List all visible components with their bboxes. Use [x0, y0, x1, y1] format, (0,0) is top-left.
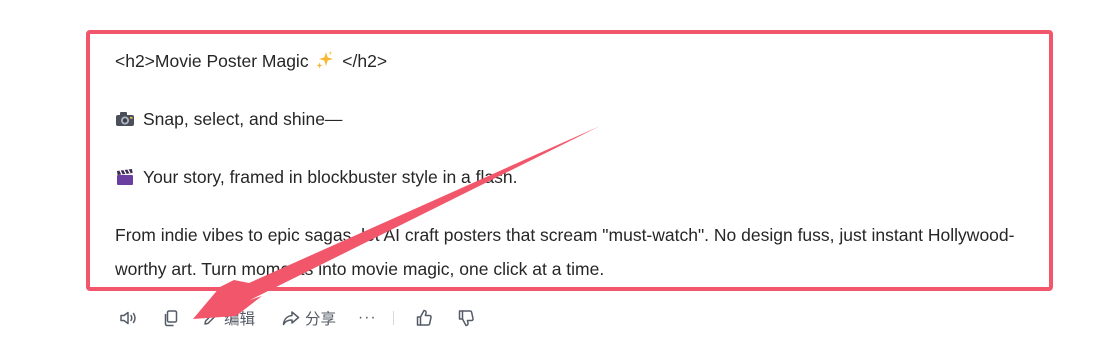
like-button[interactable] — [414, 305, 434, 331]
message-line-snap: Snap, select, and shine— — [115, 102, 342, 136]
more-button[interactable]: ··· — [358, 305, 377, 331]
copy-icon — [162, 308, 180, 328]
read-aloud-button[interactable] — [118, 305, 138, 331]
camera-icon — [115, 105, 135, 126]
heading-text-start: <h2>Movie Poster Magic — [115, 51, 314, 71]
copy-button[interactable] — [162, 305, 180, 331]
edit-icon — [202, 309, 220, 327]
speaker-icon — [118, 308, 138, 328]
dislike-button[interactable] — [456, 305, 476, 331]
toolbar-divider — [392, 311, 394, 325]
message-line-story: Your story, framed in blockbuster style … — [115, 160, 517, 194]
thumbs-up-icon — [414, 308, 434, 328]
message-line-heading: <h2>Movie Poster Magic </h2> — [115, 44, 387, 78]
share-label: 分享 — [305, 311, 337, 328]
message-toolbar: 编辑 分享 ··· — [118, 305, 476, 331]
thumbs-down-icon — [456, 308, 476, 328]
edit-button[interactable]: 编辑 — [202, 305, 255, 331]
message-paragraph: From indie vibes to epic sagas, let AI c… — [115, 225, 1015, 279]
share-icon — [281, 309, 301, 327]
story-text: Your story, framed in blockbuster style … — [143, 167, 518, 187]
edit-label: 编辑 — [224, 311, 256, 328]
share-button[interactable]: 分享 — [281, 305, 336, 331]
sparkle-icon — [315, 47, 335, 69]
snap-text: Snap, select, and shine— — [143, 109, 343, 129]
clapperboard-icon — [115, 163, 135, 185]
more-icon: ··· — [358, 309, 377, 326]
heading-text-end: </h2> — [337, 51, 388, 71]
